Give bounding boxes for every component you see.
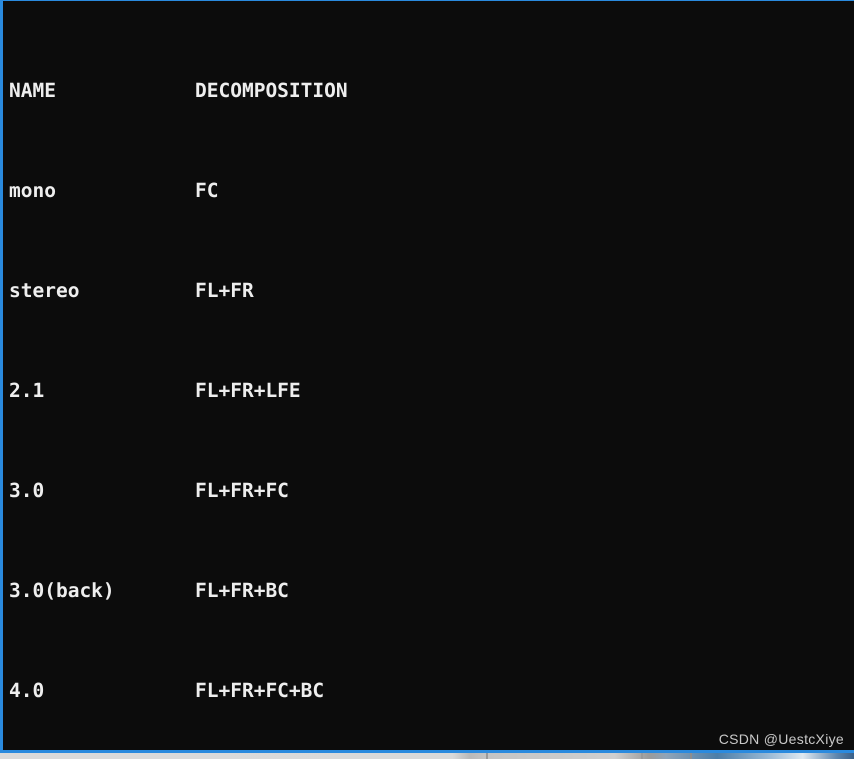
layout-name: 3.0	[9, 479, 45, 502]
layout-name: 2.1	[9, 379, 45, 402]
column-header-name: NAME	[9, 79, 56, 102]
taskbar-sliver[interactable]	[0, 753, 854, 759]
taskbar-separator	[690, 753, 692, 759]
layout-name: mono	[9, 179, 56, 202]
layout-decomposition: FL+FR+LFE	[195, 379, 301, 402]
terminal-text-buffer: NAME DECOMPOSITION mono FC stereo FL+FR 2.1…	[9, 3, 854, 750]
layout-decomposition: FL+FR+FC+BC	[195, 679, 325, 702]
table-row: mono FC	[9, 178, 854, 203]
layout-name: 4.0	[9, 679, 45, 702]
table-header-row: NAME DECOMPOSITION	[9, 78, 854, 103]
column-header-decomposition: DECOMPOSITION	[195, 79, 348, 102]
layout-name: 3.0(back)	[9, 579, 115, 602]
layout-decomposition: FL+FR	[195, 279, 254, 302]
layout-decomposition: FC	[195, 179, 219, 202]
layout-name: stereo	[9, 279, 80, 302]
table-row: 4.0 FL+FR+FC+BC	[9, 678, 854, 703]
taskbar-separator	[641, 753, 643, 759]
watermark-text: CSDN @UestcXiye	[718, 731, 844, 747]
table-row: 3.0 FL+FR+FC	[9, 478, 854, 503]
taskbar-separator	[486, 753, 488, 759]
layout-decomposition: FL+FR+FC	[195, 479, 289, 502]
table-row: 2.1 FL+FR+LFE	[9, 378, 854, 403]
table-row: stereo FL+FR	[9, 278, 854, 303]
layout-decomposition: FL+FR+BC	[195, 579, 289, 602]
table-row: 3.0(back) FL+FR+BC	[9, 578, 854, 603]
terminal-window[interactable]: NAME DECOMPOSITION mono FC stereo FL+FR 2.1…	[0, 0, 854, 750]
